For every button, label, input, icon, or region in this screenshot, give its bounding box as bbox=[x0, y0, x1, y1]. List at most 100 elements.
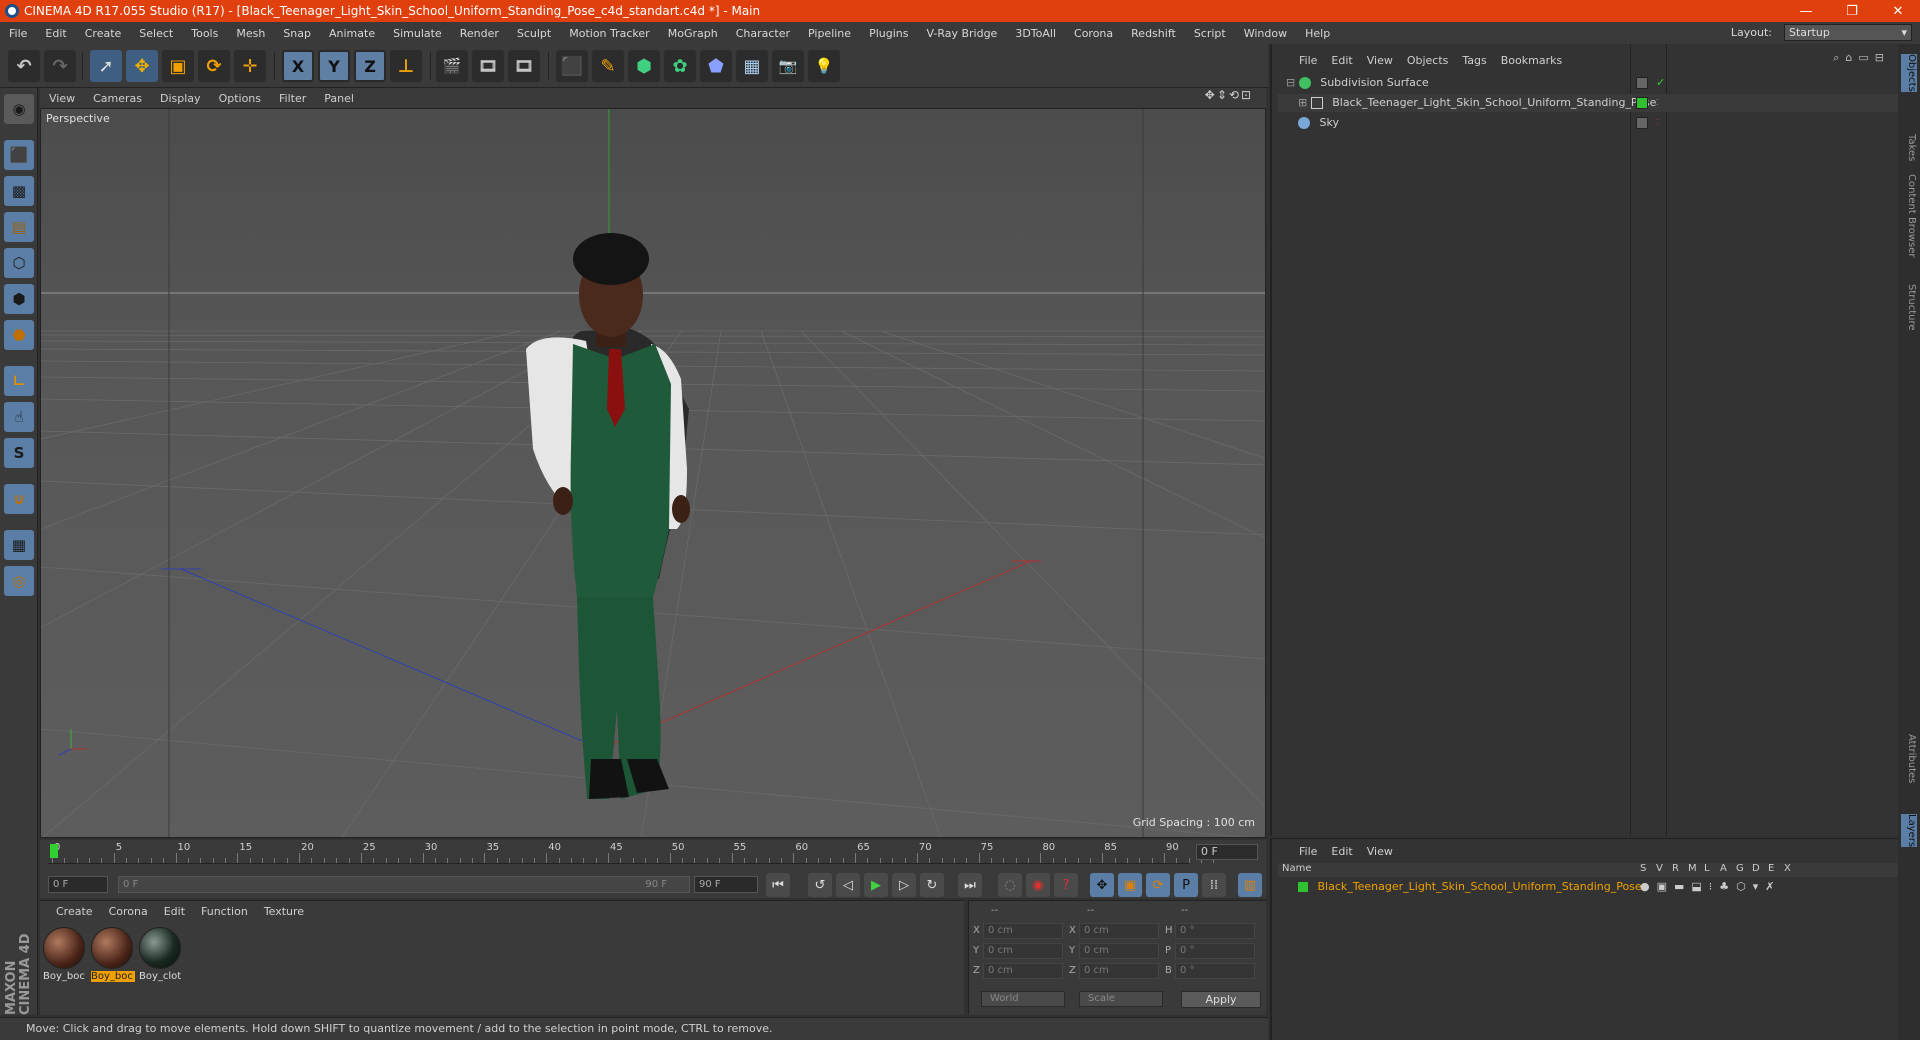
tweak-mode-icon[interactable]: ☝ bbox=[4, 402, 34, 432]
layer-column-header[interactable]: S bbox=[1640, 863, 1656, 874]
coord-value-field[interactable]: 0 ° bbox=[1175, 943, 1255, 959]
rotate-tool-button[interactable]: ⟳ bbox=[198, 50, 230, 82]
key-pla-button[interactable]: ⁞⁞ bbox=[1202, 873, 1226, 897]
object-menu-bookmarks[interactable]: Bookmarks bbox=[1494, 54, 1569, 67]
object-row-sky[interactable]: Sky ⁚ bbox=[1278, 114, 1898, 132]
menu-character[interactable]: Character bbox=[727, 27, 799, 40]
key-rotation-button[interactable]: ⟳ bbox=[1146, 873, 1170, 897]
scale-tool-button[interactable]: ▣ bbox=[162, 50, 194, 82]
layer-column-header[interactable]: D bbox=[1752, 863, 1768, 874]
menu-simulate[interactable]: Simulate bbox=[384, 27, 451, 40]
object-row-character[interactable]: ⊞ Black_Teenager_Light_Skin_School_Unifo… bbox=[1278, 94, 1898, 112]
menu-v-ray-bridge[interactable]: V-Ray Bridge bbox=[917, 27, 1006, 40]
side-tab-objects[interactable]: Objects bbox=[1901, 54, 1917, 92]
menu-render[interactable]: Render bbox=[451, 27, 508, 40]
x-axis-lock-button[interactable]: X bbox=[282, 50, 314, 82]
frame-range-slider[interactable]: 0 F 90 F bbox=[118, 876, 690, 893]
camera-object-button[interactable]: 📷 bbox=[772, 50, 804, 82]
viewport-menu-panel[interactable]: Panel bbox=[315, 92, 363, 105]
points-mode-icon[interactable]: ⬡ bbox=[4, 248, 34, 278]
layer-row[interactable]: Black_Teenager_Light_Skin_School_Uniform… bbox=[1278, 879, 1898, 895]
next-key-button[interactable]: ↻ bbox=[920, 873, 944, 897]
side-tab-content-browser[interactable]: Content Browser bbox=[1901, 174, 1917, 257]
menu-snap[interactable]: Snap bbox=[274, 27, 320, 40]
menu-help[interactable]: Help bbox=[1296, 27, 1339, 40]
autokey-button[interactable]: ? bbox=[1054, 873, 1078, 897]
object-menu-objects[interactable]: Objects bbox=[1400, 54, 1456, 67]
timeline-ruler[interactable]: 051015202530354045505560657075808590 bbox=[48, 842, 1215, 864]
object-menu-edit[interactable]: Edit bbox=[1324, 54, 1359, 67]
key-parameter-button[interactable]: P bbox=[1174, 873, 1198, 897]
material-menu-function[interactable]: Function bbox=[193, 905, 256, 918]
select-tool-button[interactable]: ➚ bbox=[90, 50, 122, 82]
viewport-menu-options[interactable]: Options bbox=[210, 92, 270, 105]
menu-create[interactable]: Create bbox=[76, 27, 131, 40]
side-tab-attributes[interactable]: Attributes bbox=[1901, 734, 1917, 783]
texture-mode-icon[interactable]: ▩ bbox=[4, 176, 34, 206]
object-manager-search-icon[interactable]: ⌕⌂▭⊟ bbox=[1833, 51, 1890, 65]
end-frame-field[interactable]: 90 F bbox=[694, 876, 758, 893]
axis-mode-icon[interactable]: ∟ bbox=[4, 366, 34, 396]
layer-menu-view[interactable]: View bbox=[1360, 845, 1400, 858]
subdivision-surface-button[interactable]: ⬢ bbox=[628, 50, 660, 82]
layer-column-header[interactable]: L bbox=[1704, 863, 1720, 874]
solo-icon[interactable]: ◎ bbox=[4, 566, 34, 596]
model-mode-icon[interactable]: ◉ bbox=[4, 94, 34, 124]
object-row-subdivision[interactable]: ⊟ Subdivision Surface ✓ bbox=[1278, 74, 1898, 92]
previous-frame-button[interactable]: ◁ bbox=[836, 873, 860, 897]
redo-button[interactable]: ↷ bbox=[44, 50, 76, 82]
coord-value-field[interactable]: 0 cm bbox=[1079, 923, 1159, 939]
material-swatch[interactable]: Boy_clot bbox=[139, 927, 183, 989]
menu-3dtoall[interactable]: 3DToAll bbox=[1006, 27, 1065, 40]
workplane-icon[interactable]: ▤ bbox=[4, 212, 34, 242]
go-to-start-button[interactable]: ⏮ bbox=[766, 873, 790, 897]
viewport-menu-filter[interactable]: Filter bbox=[270, 92, 315, 105]
magnet-icon[interactable]: ∪ bbox=[4, 484, 34, 514]
viewport-menu-cameras[interactable]: Cameras bbox=[84, 92, 151, 105]
side-tab-structure[interactable]: Structure bbox=[1901, 284, 1917, 331]
playhead-marker[interactable] bbox=[50, 844, 58, 858]
move-tool-button[interactable]: ✥ bbox=[126, 50, 158, 82]
restore-button[interactable]: ❐ bbox=[1829, 0, 1875, 22]
floor-object-button[interactable]: ▦ bbox=[736, 50, 768, 82]
layer-color-swatch[interactable] bbox=[1298, 882, 1308, 892]
y-axis-lock-button[interactable]: Y bbox=[318, 50, 350, 82]
visibility-dots-icon[interactable]: ⁚ bbox=[1656, 94, 1659, 112]
last-tool-button[interactable]: ✛ bbox=[234, 50, 266, 82]
go-to-end-button[interactable]: ⏭ bbox=[958, 873, 982, 897]
coord-value-field[interactable]: 0 cm bbox=[983, 963, 1063, 979]
menu-corona[interactable]: Corona bbox=[1065, 27, 1122, 40]
layer-toggle-icons[interactable]: ●▣▬⬓⁝♣⬡▾✗ bbox=[1640, 879, 1781, 895]
coord-value-field[interactable]: 0 cm bbox=[983, 923, 1063, 939]
menu-file[interactable]: File bbox=[0, 27, 36, 40]
material-menu-edit[interactable]: Edit bbox=[156, 905, 193, 918]
size-mode-dropdown[interactable]: Scale bbox=[1079, 991, 1163, 1007]
layer-menu-edit[interactable]: Edit bbox=[1324, 845, 1359, 858]
grid-lock-icon[interactable]: ▦ bbox=[4, 530, 34, 560]
coordinate-system-button[interactable]: ⊥ bbox=[390, 50, 422, 82]
coord-value-field[interactable]: 0 cm bbox=[983, 943, 1063, 959]
menu-script[interactable]: Script bbox=[1185, 27, 1235, 40]
timeline-window-button[interactable]: ▥ bbox=[1238, 873, 1262, 897]
cloner-button[interactable]: ✿ bbox=[664, 50, 696, 82]
viewport-menu-view[interactable]: View bbox=[40, 92, 84, 105]
menu-select[interactable]: Select bbox=[130, 27, 182, 40]
material-swatch[interactable]: Boy_boc bbox=[43, 927, 87, 989]
viewport-navigation-icons[interactable]: ✥⇕⟲⊡ bbox=[1196, 88, 1262, 102]
side-tab-takes[interactable]: Takes bbox=[1901, 134, 1917, 161]
material-menu-corona[interactable]: Corona bbox=[101, 905, 156, 918]
minimize-button[interactable]: — bbox=[1783, 0, 1829, 22]
menu-window[interactable]: Window bbox=[1235, 27, 1296, 40]
polygons-mode-icon[interactable]: ⬣ bbox=[4, 320, 34, 350]
render-settings-button[interactable]: 🎞 bbox=[508, 50, 540, 82]
coord-value-field[interactable]: 0 cm bbox=[1079, 963, 1159, 979]
visibility-dots-icon[interactable]: ⁚ bbox=[1656, 114, 1659, 132]
spline-pen-button[interactable]: ✎ bbox=[592, 50, 624, 82]
menu-redshift[interactable]: Redshift bbox=[1122, 27, 1185, 40]
previous-key-button[interactable]: ↺ bbox=[808, 873, 832, 897]
side-tab-layers[interactable]: Layers bbox=[1901, 814, 1917, 848]
key-position-button[interactable]: ✥ bbox=[1090, 873, 1114, 897]
cube-object-button[interactable]: ⬛ bbox=[556, 50, 588, 82]
menu-mesh[interactable]: Mesh bbox=[227, 27, 274, 40]
next-frame-button[interactable]: ▷ bbox=[892, 873, 916, 897]
